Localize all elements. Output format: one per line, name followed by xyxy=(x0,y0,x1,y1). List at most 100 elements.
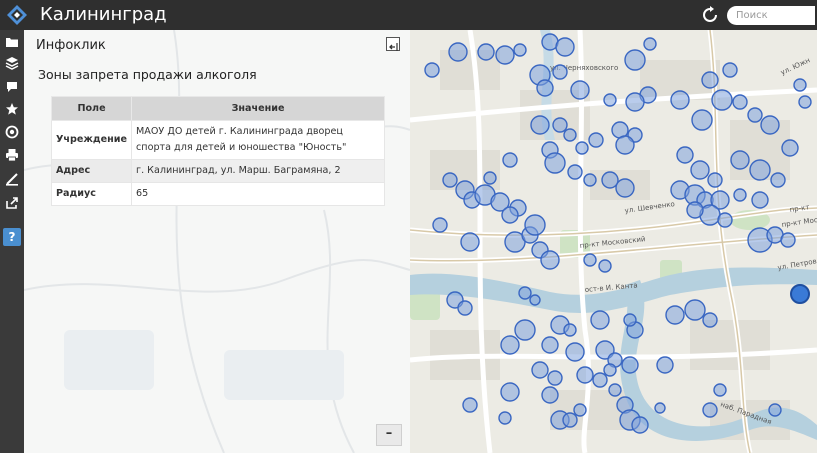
alcohol-zone-circle[interactable] xyxy=(749,159,771,181)
selected-zone-circle[interactable] xyxy=(790,284,810,304)
alcohol-zone-circle[interactable] xyxy=(552,64,568,80)
alcohol-zone-circle[interactable] xyxy=(793,78,807,92)
alcohol-zone-circle[interactable] xyxy=(500,335,520,355)
alcohol-zone-circle[interactable] xyxy=(732,94,748,110)
alcohol-zone-circle[interactable] xyxy=(590,310,610,330)
alcohol-zone-circle[interactable] xyxy=(570,80,590,100)
alcohol-zone-circle[interactable] xyxy=(751,191,769,209)
alcohol-zone-circle[interactable] xyxy=(686,201,704,219)
alcohol-zone-circle[interactable] xyxy=(529,294,541,306)
star-icon[interactable] xyxy=(3,100,21,118)
alcohol-zone-circle[interactable] xyxy=(684,299,706,321)
layers-icon[interactable] xyxy=(3,54,21,72)
alcohol-zone-circle[interactable] xyxy=(665,305,685,325)
alcohol-zone-circle[interactable] xyxy=(514,319,536,341)
alcohol-zone-circle[interactable] xyxy=(598,259,612,273)
folder-icon[interactable] xyxy=(3,33,21,51)
alcohol-zone-circle[interactable] xyxy=(498,411,512,425)
alcohol-zone-circle[interactable] xyxy=(524,214,546,236)
alcohol-zone-circle[interactable] xyxy=(541,336,559,354)
alcohol-zone-circle[interactable] xyxy=(544,152,566,174)
alcohol-zone-circle[interactable] xyxy=(448,42,468,62)
alcohol-zone-circle[interactable] xyxy=(691,109,713,131)
alcohol-zone-circle[interactable] xyxy=(623,313,637,327)
alcohol-zone-circle[interactable] xyxy=(552,117,568,133)
alcohol-zone-circle[interactable] xyxy=(603,93,617,107)
alcohol-zone-circle[interactable] xyxy=(442,172,458,188)
alcohol-zone-circle[interactable] xyxy=(707,172,723,188)
alcohol-zone-circle[interactable] xyxy=(713,383,727,397)
alcohol-zone-circle[interactable] xyxy=(592,372,608,388)
alcohol-zone-circle[interactable] xyxy=(501,206,519,224)
alcohol-zone-circle[interactable] xyxy=(702,312,718,328)
alcohol-zone-circle[interactable] xyxy=(733,188,747,202)
alcohol-zone-circle[interactable] xyxy=(567,164,583,180)
alcohol-zone-circle[interactable] xyxy=(670,90,690,110)
measure-icon[interactable] xyxy=(3,170,21,188)
alcohol-zone-circle[interactable] xyxy=(576,366,594,384)
alcohol-zone-circle[interactable] xyxy=(625,92,645,112)
alcohol-zone-circle[interactable] xyxy=(460,232,480,252)
alcohol-zone-circle[interactable] xyxy=(702,402,718,418)
alcohol-zone-circle[interactable] xyxy=(760,115,780,135)
alcohol-zone-circle[interactable] xyxy=(747,107,763,123)
alcohol-zone-circle[interactable] xyxy=(730,150,750,170)
alcohol-zone-circle[interactable] xyxy=(583,253,597,267)
alcohol-zone-circle[interactable] xyxy=(555,37,575,57)
alcohol-zone-circle[interactable] xyxy=(531,361,549,379)
print-icon[interactable] xyxy=(3,146,21,164)
alcohol-zone-circle[interactable] xyxy=(656,356,674,374)
minimize-button[interactable]: – xyxy=(376,424,402,446)
alcohol-zone-circle[interactable] xyxy=(462,397,478,413)
refresh-icon[interactable] xyxy=(701,6,719,24)
alcohol-zone-circle[interactable] xyxy=(603,363,617,377)
alcohol-zone-circle[interactable] xyxy=(513,43,527,57)
alcohol-zone-circle[interactable] xyxy=(575,141,589,155)
alcohol-zone-circle[interactable] xyxy=(541,386,559,404)
alcohol-zone-circle[interactable] xyxy=(495,45,515,65)
alcohol-zone-circle[interactable] xyxy=(573,403,587,417)
map-canvas[interactable]: ул. Черняховского ул. Шевченко пр-кт Мос… xyxy=(410,30,817,453)
alcohol-zone-circle[interactable] xyxy=(781,139,799,157)
alcohol-zone-circle[interactable] xyxy=(676,146,694,164)
alcohol-zone-circle[interactable] xyxy=(563,323,577,337)
alcohol-zone-circle[interactable] xyxy=(615,178,635,198)
alcohol-zone-circle[interactable] xyxy=(547,370,563,386)
alcohol-zone-circle[interactable] xyxy=(643,37,657,51)
share-icon[interactable] xyxy=(3,194,21,212)
alcohol-zone-circle[interactable] xyxy=(624,49,646,71)
alcohol-zone-circle[interactable] xyxy=(565,342,585,362)
alcohol-zone-circle[interactable] xyxy=(608,383,622,397)
alcohol-zone-circle[interactable] xyxy=(798,95,812,109)
alcohol-zone-circle[interactable] xyxy=(530,115,550,135)
map-view[interactable]: ул. Черняховского ул. Шевченко пр-кт Мос… xyxy=(410,30,817,453)
alcohol-zone-circle[interactable] xyxy=(583,173,597,187)
alcohol-zone-circle[interactable] xyxy=(540,250,560,270)
alcohol-zone-circle[interactable] xyxy=(768,403,782,417)
alcohol-zone-circle[interactable] xyxy=(690,160,710,180)
alcohol-zone-circle[interactable] xyxy=(654,402,666,414)
help-button[interactable]: ? xyxy=(3,228,21,246)
alcohol-zone-circle[interactable] xyxy=(457,300,473,316)
alcohol-zone-circle[interactable] xyxy=(701,71,719,89)
search-input[interactable] xyxy=(727,6,815,25)
comment-icon[interactable] xyxy=(3,78,21,96)
alcohol-zone-circle[interactable] xyxy=(711,89,733,111)
alcohol-zone-circle[interactable] xyxy=(562,412,578,428)
collapse-panel-button[interactable] xyxy=(386,37,400,51)
alcohol-zone-circle[interactable] xyxy=(536,79,554,97)
alcohol-zone-circle[interactable] xyxy=(432,217,448,233)
alcohol-zone-circle[interactable] xyxy=(631,416,649,434)
alcohol-zone-circle[interactable] xyxy=(615,135,635,155)
alcohol-zone-circle[interactable] xyxy=(588,132,604,148)
alcohol-zone-circle[interactable] xyxy=(722,62,738,78)
alcohol-zone-circle[interactable] xyxy=(780,232,796,248)
alcohol-zone-circle[interactable] xyxy=(601,171,619,189)
alcohol-zone-circle[interactable] xyxy=(502,152,518,168)
alcohol-zone-circle[interactable] xyxy=(518,286,532,300)
alcohol-zone-circle[interactable] xyxy=(563,128,577,142)
alcohol-zone-circle[interactable] xyxy=(770,172,786,188)
alcohol-zone-circle[interactable] xyxy=(717,212,733,228)
alcohol-zone-circle[interactable] xyxy=(483,171,497,185)
target-icon[interactable] xyxy=(3,123,21,141)
